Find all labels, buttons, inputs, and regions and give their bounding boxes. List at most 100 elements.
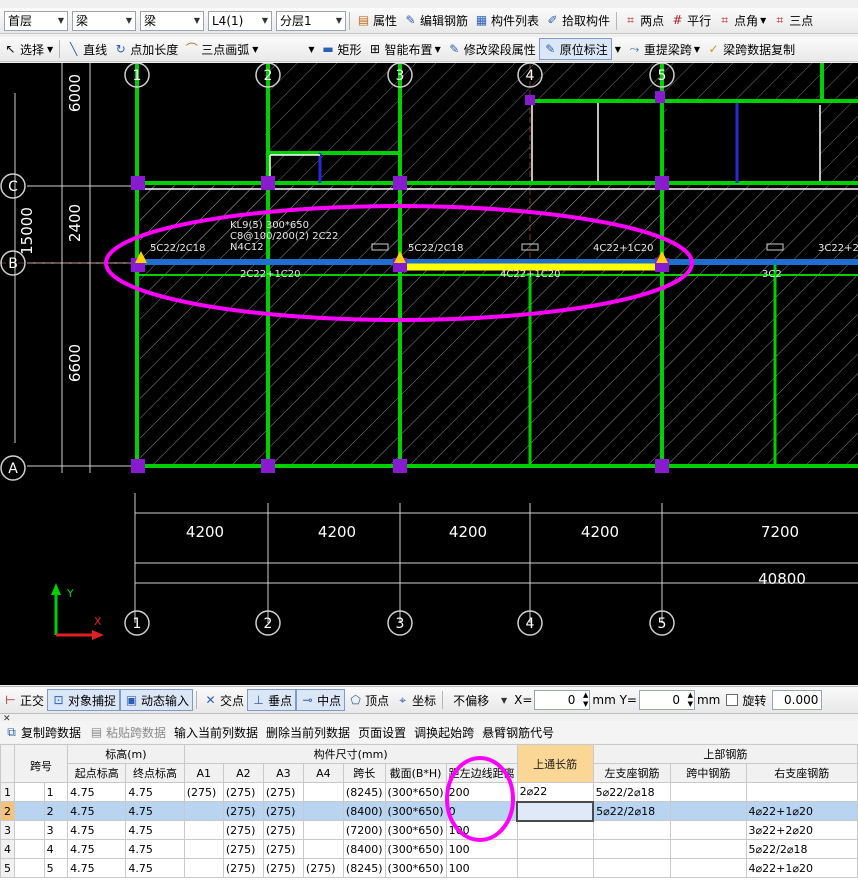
table-cell[interactable]: 4.75 — [67, 820, 127, 840]
smart-layout-button[interactable]: ⊞ 智能布置 ▼ — [365, 38, 444, 60]
table-cell[interactable]: 5⌀22/2⌀18 — [592, 801, 672, 821]
table-cell[interactable] — [670, 820, 747, 840]
select-button[interactable]: ↖ 选择 ▼ — [0, 38, 56, 60]
object-snap-button[interactable]: ⊡ 对象捕捉 — [47, 689, 121, 711]
table-cell[interactable]: 100 — [445, 858, 518, 878]
component-list-button[interactable]: ▦ 构件列表 — [471, 10, 542, 32]
table-cell[interactable]: (8245) — [342, 858, 386, 878]
copy-span-button[interactable]: ⧉ 复制跨数据 — [0, 721, 85, 743]
dropdown-arrow-button[interactable]: ▼ — [305, 38, 317, 60]
table-cell[interactable] — [13, 820, 45, 840]
table-row[interactable]: 1 1 4.75 4.75 (275) (275) (275) (8245) (300*650)… — [0, 782, 858, 802]
table-cell[interactable]: 2⌀22 — [516, 782, 594, 802]
rotate-checkbox[interactable] — [726, 694, 739, 706]
table-row[interactable]: 3 3 4.75 4.75 (275) (275) (7200) (300*650) 100 3⌀… — [0, 820, 858, 840]
table-cell[interactable] — [516, 858, 594, 878]
table-cell[interactable] — [670, 801, 747, 821]
table-cell[interactable]: 5 — [43, 858, 69, 878]
table-cell[interactable]: 5⌀22/2⌀18 — [592, 782, 672, 802]
table-cell[interactable]: (300*650) — [384, 839, 447, 859]
table-cell[interactable]: 5⌀22/2⌀18 — [745, 839, 858, 859]
table-cell[interactable] — [516, 800, 595, 822]
layer-select[interactable]: 分层1 ▼ — [276, 10, 346, 31]
element-type-select[interactable]: 梁 ▼ — [72, 10, 136, 31]
table-cell[interactable]: 4.75 — [125, 820, 185, 840]
table-cell[interactable]: 1 — [43, 782, 69, 802]
table-cell[interactable] — [183, 858, 224, 878]
table-cell[interactable]: 100 — [445, 820, 518, 840]
table-row[interactable]: 4 4 4.75 4.75 (275) (275) (8400) (300*650) 100 5⌀… — [0, 839, 858, 859]
table-cell[interactable]: (275) — [262, 858, 304, 878]
table-cell[interactable]: (300*650) — [384, 782, 447, 802]
copy-span-data-button[interactable]: ✓ 梁跨数据复制 — [703, 38, 798, 60]
table-cell[interactable] — [183, 801, 224, 821]
table-cell[interactable] — [592, 839, 672, 859]
table-cell[interactable]: (275) — [262, 782, 304, 802]
table-cell[interactable] — [302, 820, 344, 840]
edit-rebar-button[interactable]: ✎ 编辑钢筋 — [400, 10, 471, 32]
floor-select[interactable]: 首层 ▼ — [4, 10, 68, 31]
table-cell[interactable] — [592, 858, 672, 878]
line-button[interactable]: ╲ 直线 — [63, 38, 110, 60]
table-cell[interactable] — [302, 782, 344, 802]
delete-column-button[interactable]: 删除当前列数据 — [262, 721, 354, 743]
drawing-canvas[interactable]: 1 2 3 4 5 C B A 6000 2400 6600 15000 420… — [0, 63, 858, 685]
coordinate-button[interactable]: ⌖ 坐标 — [392, 689, 439, 711]
point-length-button[interactable]: ↻ 点加长度 — [110, 38, 181, 60]
pick-component-button[interactable]: ✐ 拾取构件 — [542, 10, 613, 32]
point-angle-button[interactable]: ⌗ 点角 ▼ — [714, 10, 769, 32]
table-row[interactable]: 2 2 4.75 4.75 (275) (275) (8400) (300*650) 0 5⌀22… — [0, 800, 858, 822]
properties-button[interactable]: ▤ 属性 — [353, 10, 400, 32]
parallel-axis-button[interactable]: # 平行 — [667, 10, 714, 32]
table-cell[interactable]: (275) — [262, 801, 304, 821]
spinner-icon[interactable]: ▲ ▼ — [688, 691, 693, 709]
table-row[interactable]: 5 5 4.75 4.75 (275) (275) (275) (8245) (300*650)… — [0, 858, 858, 878]
table-cell[interactable]: 0 — [445, 801, 518, 821]
table-cell[interactable] — [745, 782, 858, 802]
table-cell[interactable] — [13, 839, 45, 859]
re-extract-span-button[interactable]: ⤳ 重提梁跨 ▼ — [624, 38, 703, 60]
table-cell[interactable]: (300*650) — [384, 858, 447, 878]
table-cell[interactable]: 4.75 — [67, 858, 127, 878]
dynamic-input-button[interactable]: ▣ 动态输入 — [120, 689, 194, 711]
table-cell[interactable]: (8245) — [342, 782, 386, 802]
table-cell[interactable]: 4⌀22+1⌀20 — [745, 858, 858, 878]
ortho-button[interactable]: ⊢ 正交 — [0, 689, 47, 711]
table-cell[interactable]: 4.75 — [125, 801, 185, 821]
table-cell[interactable]: 4.75 — [67, 782, 127, 802]
table-cell[interactable]: (275) — [222, 858, 264, 878]
table-cell[interactable]: (275) — [183, 782, 224, 802]
y-input[interactable]: 0 ▲ ▼ — [638, 690, 695, 710]
offset-select[interactable]: 不偏移 ▼ — [450, 690, 510, 710]
table-cell[interactable]: (275) — [262, 820, 304, 840]
table-cell[interactable] — [670, 839, 747, 859]
table-cell[interactable] — [592, 820, 672, 840]
perpendicular-button[interactable]: ⊥ 垂点 — [247, 689, 297, 711]
rectangle-button[interactable]: ▬ 矩形 — [318, 38, 365, 60]
table-cell[interactable] — [13, 801, 45, 821]
table-cell[interactable]: 4.75 — [125, 858, 185, 878]
table-cell[interactable]: (275) — [302, 858, 344, 878]
table-cell[interactable]: (275) — [222, 839, 264, 859]
table-cell[interactable] — [516, 820, 594, 840]
cantilever-code-button[interactable]: 悬臂钢筋代号 — [478, 721, 558, 743]
table-cell[interactable] — [13, 858, 45, 878]
table-cell[interactable]: (300*650) — [384, 801, 447, 821]
table-cell[interactable] — [183, 820, 224, 840]
table-cell[interactable]: 2 — [43, 801, 69, 821]
three-point-axis-button[interactable]: ⌗ 三点 — [769, 10, 816, 32]
two-point-axis-button[interactable]: ⌗ 两点 — [620, 10, 667, 32]
paste-span-button[interactable]: ▤ 粘贴跨数据 — [85, 721, 170, 743]
table-cell[interactable]: (8400) — [342, 839, 386, 859]
table-cell[interactable] — [670, 782, 747, 802]
element-subtype-select[interactable]: 梁 ▼ — [140, 10, 204, 31]
rotate-input[interactable]: 0.000 — [772, 690, 823, 710]
swap-start-span-button[interactable]: 调换起始跨 — [410, 721, 478, 743]
vertex-button[interactable]: ⬠ 顶点 — [345, 689, 392, 711]
table-cell[interactable]: 4.75 — [125, 782, 185, 802]
three-point-arc-button[interactable]: ⌒ 三点画弧 ▼ — [181, 38, 261, 60]
x-input[interactable]: 0 ▲ ▼ — [534, 690, 591, 710]
table-cell[interactable]: 3⌀22+2⌀20 — [745, 820, 858, 840]
table-cell[interactable]: 4.75 — [125, 839, 185, 859]
modify-beam-segment-button[interactable]: ✎ 修改梁段属性 — [444, 38, 539, 60]
